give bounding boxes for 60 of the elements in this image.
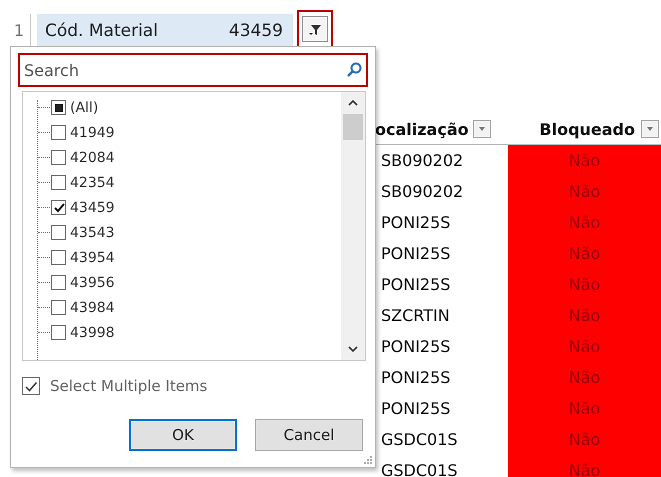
table-cell-text: PONI25S xyxy=(380,367,452,389)
table-cell: Não xyxy=(508,300,661,331)
column-header: Bloqueado xyxy=(539,120,635,138)
scrollbar[interactable] xyxy=(341,92,365,360)
list-item[interactable]: 42084 xyxy=(37,145,341,170)
checkbox[interactable] xyxy=(51,125,66,140)
table-cell: Não xyxy=(508,455,661,477)
list-item[interactable]: 43984 xyxy=(37,295,341,320)
table-cell: Não xyxy=(508,238,661,269)
column-filter-button[interactable] xyxy=(472,120,491,138)
list-item[interactable]: 43459 xyxy=(37,195,341,220)
checkbox[interactable] xyxy=(51,300,66,315)
checkbox[interactable] xyxy=(51,325,66,340)
checkbox[interactable] xyxy=(51,150,66,165)
table-cell: Não xyxy=(508,207,661,238)
cancel-button[interactable]: Cancel xyxy=(255,419,363,451)
search-field[interactable]: Search xyxy=(18,53,368,87)
table-cell-text: SZCRTIN xyxy=(380,305,451,327)
table-cell-text: GSDC01S xyxy=(380,429,459,451)
checkbox[interactable] xyxy=(51,100,66,115)
table-cell-text: GSDC01S xyxy=(380,460,459,477)
checkbox[interactable] xyxy=(51,200,66,215)
list-item[interactable]: 43956 xyxy=(37,270,341,295)
select-multiple-option[interactable]: Select Multiple Items xyxy=(22,375,208,397)
checkbox[interactable] xyxy=(51,250,66,265)
table-cell-text: SB090202 xyxy=(380,181,464,203)
scroll-down-icon xyxy=(347,344,359,354)
table-cell-text: PONI25S xyxy=(380,212,452,234)
list-item[interactable]: 42354 xyxy=(37,170,341,195)
scroll-thumb[interactable] xyxy=(343,114,363,140)
list-item[interactable]: 41949 xyxy=(37,120,341,145)
table-cell: Não xyxy=(508,424,661,455)
field-label: Cód. Material xyxy=(45,21,158,41)
list-item[interactable]: 43543 xyxy=(37,220,341,245)
checkbox[interactable] xyxy=(51,175,66,190)
ok-button[interactable]: OK xyxy=(129,419,237,451)
scroll-up-icon xyxy=(347,98,359,108)
table-cell: Não xyxy=(508,176,661,207)
table-cell: Não xyxy=(508,269,661,300)
checkbox[interactable] xyxy=(22,377,40,395)
field-value: 43459 xyxy=(228,21,283,41)
list-item[interactable]: (All) xyxy=(37,95,341,120)
search-icon xyxy=(346,62,362,78)
table-cell-text: PONI25S xyxy=(380,336,452,358)
table-cell-text: SB090202 xyxy=(380,150,464,172)
resize-grip-icon xyxy=(363,455,373,465)
filter-button[interactable] xyxy=(302,16,328,42)
table-cell-text: PONI25S xyxy=(380,274,452,296)
table-cell: Não xyxy=(508,393,661,424)
table-cell-text: PONI25S xyxy=(380,243,452,265)
table-cell-text: PONI25S xyxy=(380,398,452,420)
list-item[interactable]: 43954 xyxy=(37,245,341,270)
table-cell: Não xyxy=(508,362,661,393)
checkbox[interactable] xyxy=(51,275,66,290)
table-cell: Não xyxy=(508,145,661,176)
column-header: ocalização xyxy=(375,120,469,138)
list-item[interactable]: 43998 xyxy=(37,320,341,345)
column-filter-button[interactable] xyxy=(641,120,659,138)
checkbox[interactable] xyxy=(51,225,66,240)
table-cell: Não xyxy=(508,331,661,362)
